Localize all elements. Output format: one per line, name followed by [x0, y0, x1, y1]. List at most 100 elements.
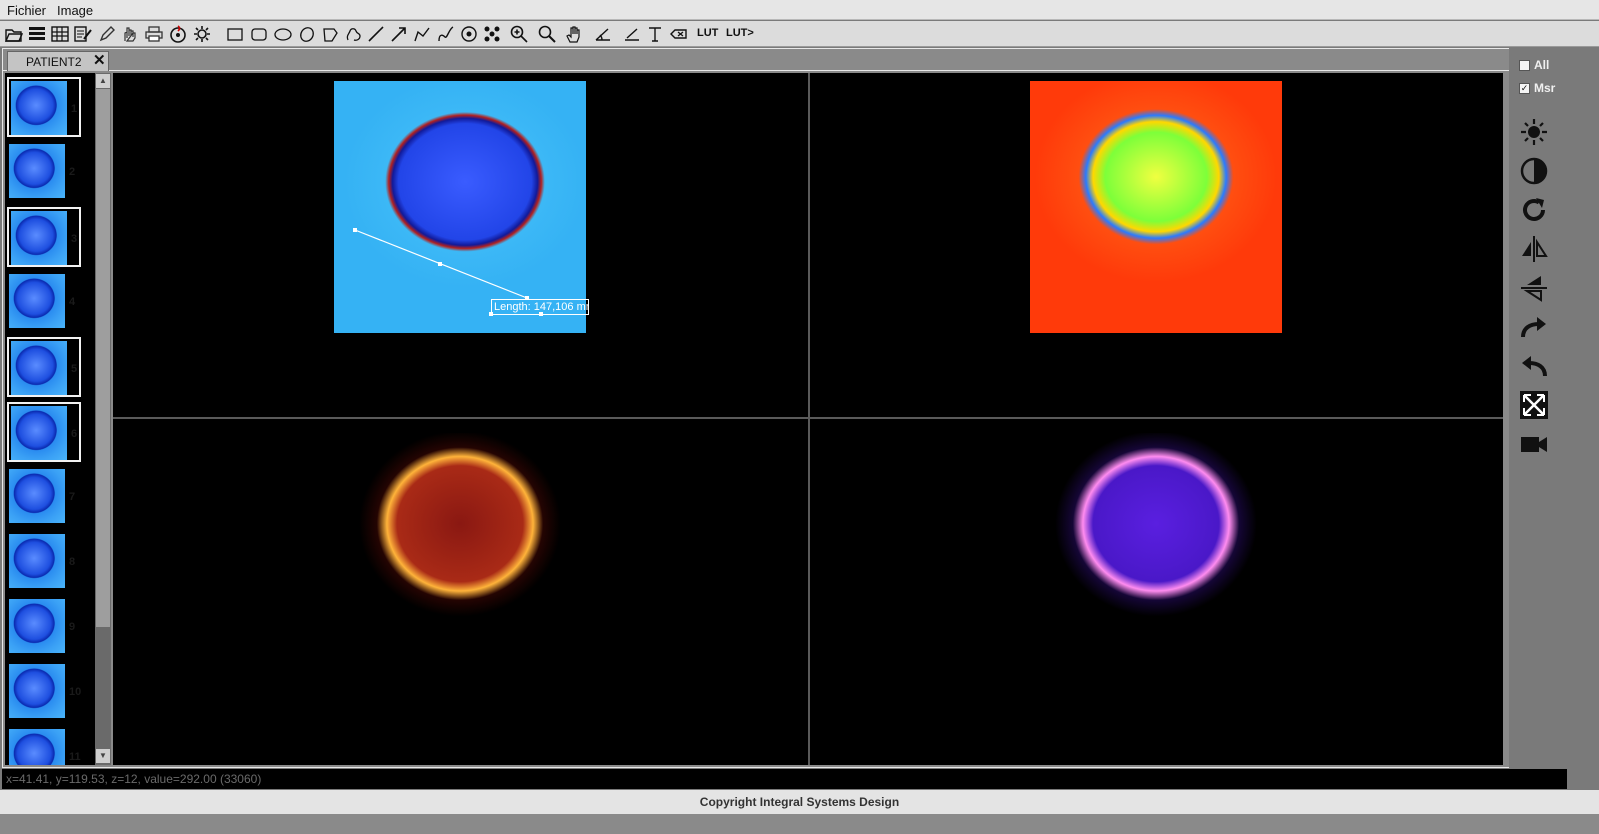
toolbar: LUT LUT>	[0, 21, 1599, 47]
ellipse-tool-icon[interactable]	[273, 24, 293, 44]
cobb-angle-tool-icon[interactable]	[622, 24, 642, 44]
rotate-icon[interactable]	[1517, 193, 1551, 227]
zoom-icon[interactable]	[537, 24, 557, 44]
thumbnail-image	[9, 599, 65, 653]
tool-panel: All ✓ Msr	[1509, 48, 1567, 768]
thumbnail-image	[11, 406, 67, 460]
image-viewer: Length: 147,106 mm	[113, 73, 1503, 765]
viewport-divider-vertical	[808, 73, 810, 765]
msr-checkbox[interactable]: ✓	[1519, 83, 1530, 94]
lut-button[interactable]: LUT	[697, 27, 718, 39]
thumbnail-number: 11	[69, 751, 81, 763]
patient-window: PATIENT2 ✕ 1 2 3 4 5 6 7 8 9 10 11 ▲ ▼ Length: 147…	[2, 48, 1530, 768]
tab-strip: PATIENT2 ✕	[3, 49, 1529, 71]
flip-horizontal-icon[interactable]	[1517, 232, 1551, 266]
thumbnail-number: 9	[69, 621, 76, 633]
brightness-icon[interactable]	[1517, 115, 1551, 149]
list-view-icon[interactable]	[27, 24, 47, 44]
zoom-in-icon[interactable]	[509, 24, 529, 44]
thumbnail-item[interactable]: 1	[7, 77, 81, 137]
bottom-bar	[0, 814, 1599, 834]
thumbnail-number: 1	[71, 103, 78, 115]
measurement-line[interactable]	[334, 81, 586, 333]
angle-tool-icon[interactable]	[593, 24, 613, 44]
thumbnail-image	[11, 211, 67, 265]
thumbnail-scrollbar[interactable]: ▲ ▼	[95, 73, 111, 765]
thumbnail-number: 4	[69, 296, 76, 308]
pan-hand-icon[interactable]	[564, 24, 584, 44]
thumbnail-item[interactable]: 11	[7, 727, 81, 765]
erase-annotation-icon[interactable]	[669, 24, 689, 44]
hand-copy-icon[interactable]	[120, 24, 140, 44]
scroll-down-arrow-icon[interactable]: ▼	[96, 749, 110, 763]
menu-bar: Fichier Image	[0, 0, 1599, 20]
polygon-tool-icon[interactable]	[320, 24, 340, 44]
print-icon[interactable]	[144, 24, 164, 44]
thumbnail-number: 3	[71, 233, 78, 245]
close-icon[interactable]: ✕	[93, 52, 106, 70]
all-label: All	[1534, 58, 1550, 72]
thumbnail-item[interactable]: 10	[7, 662, 81, 722]
arrow-tool-icon[interactable]	[389, 24, 409, 44]
grid-layout-icon[interactable]	[50, 24, 70, 44]
redo-icon[interactable]	[1517, 310, 1551, 344]
next-lut-button[interactable]: LUT>	[726, 27, 754, 39]
viewport-4-image[interactable]	[1030, 433, 1282, 685]
copyright-footer: Copyright Integral Systems Design	[0, 790, 1599, 814]
thumbnail-item[interactable]: 3	[7, 207, 81, 267]
thumbnail-number: 10	[69, 686, 82, 698]
folder-open-icon[interactable]	[4, 24, 24, 44]
text-tool-icon[interactable]	[645, 24, 665, 44]
point-tool-icon[interactable]	[459, 24, 479, 44]
fit-to-screen-icon[interactable]	[1517, 388, 1551, 422]
thumbnail-image	[9, 274, 65, 328]
curve-tool-icon[interactable]	[436, 24, 456, 44]
length-measurement[interactable]: Length: 147,106 mm	[334, 81, 589, 333]
freehand-tool-icon[interactable]	[344, 24, 364, 44]
thumbnail-number: 2	[69, 166, 76, 178]
measurement-label: Length: 147,106 mm	[491, 299, 589, 315]
polyline-tool-icon[interactable]	[412, 24, 432, 44]
rounded-rectangle-tool-icon[interactable]	[249, 24, 269, 44]
contrast-icon[interactable]	[1517, 154, 1551, 188]
thumbnail-item[interactable]: 6	[7, 402, 81, 462]
msr-label: Msr	[1534, 81, 1556, 95]
thumbnail-image	[9, 144, 65, 198]
all-checkbox[interactable]	[1519, 60, 1530, 71]
freeform-ellipse-tool-icon[interactable]	[297, 24, 317, 44]
thumbnail-image	[11, 341, 67, 395]
thumbnail-item[interactable]: 8	[7, 532, 81, 592]
pencil-icon[interactable]	[97, 24, 117, 44]
thumbnail-item[interactable]: 7	[7, 467, 81, 527]
thumbnail-item[interactable]: 9	[7, 597, 81, 657]
video-camera-icon[interactable]	[1517, 427, 1551, 461]
thumbnail-number: 5	[71, 363, 78, 375]
menu-file[interactable]: Fichier	[7, 3, 46, 18]
thumbnail-number: 7	[69, 491, 76, 503]
rectangle-tool-icon[interactable]	[225, 24, 245, 44]
flip-vertical-icon[interactable]	[1517, 271, 1551, 305]
thumbnail-item[interactable]: 5	[7, 337, 81, 397]
menu-image[interactable]: Image	[57, 3, 93, 18]
burn-cd-icon[interactable]	[168, 24, 188, 44]
thumbnail-image	[11, 81, 67, 135]
undo-icon[interactable]	[1517, 349, 1551, 383]
thumbnail-number: 8	[69, 556, 76, 568]
thumbnail-image	[9, 664, 65, 718]
viewport-3-image[interactable]	[334, 433, 586, 685]
thumbnail-item[interactable]: 4	[7, 272, 81, 332]
viewport-2-image[interactable]	[1030, 81, 1282, 333]
thumbnail-number: 6	[71, 428, 78, 440]
status-bar: x=41.41, y=119.53, z=12, value=292.00 (3…	[2, 769, 1567, 789]
annotate-icon[interactable]	[73, 24, 93, 44]
scrollbar-thumb[interactable]	[96, 89, 110, 627]
tab-patient[interactable]: PATIENT2 ✕	[7, 51, 109, 71]
thumbnail-item[interactable]: 2	[7, 142, 81, 202]
tab-title: PATIENT2	[26, 55, 82, 69]
line-tool-icon[interactable]	[366, 24, 386, 44]
scroll-up-arrow-icon[interactable]: ▲	[96, 74, 110, 88]
thumbnail-image	[9, 469, 65, 523]
multi-point-tool-icon[interactable]	[482, 24, 502, 44]
settings-icon[interactable]	[192, 24, 212, 44]
viewport-divider-horizontal	[113, 417, 1503, 419]
